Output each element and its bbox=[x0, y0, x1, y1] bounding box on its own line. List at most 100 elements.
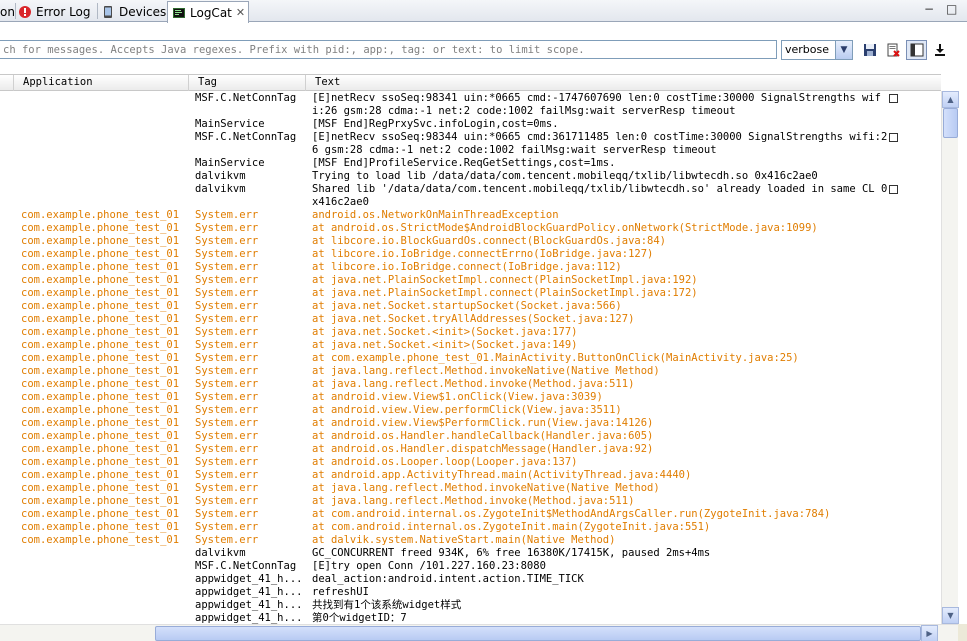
table-row[interactable]: com.example.phone_test_01 System.err at co… bbox=[0, 508, 941, 521]
table-row[interactable]: com.example.phone_test_01 System.err at an… bbox=[0, 222, 941, 235]
table-row[interactable]: MSF.C.NetConnTag [E]try open Conn /101.22… bbox=[0, 560, 941, 573]
tab-console[interactable]: on bbox=[0, 1, 15, 22]
maximize-icon[interactable]: □ bbox=[946, 2, 957, 16]
table-row[interactable]: dalvikvm GC_CONCURRENT freed 934K, 6% fre… bbox=[0, 547, 941, 560]
table-row[interactable]: com.example.phone_test_01 System.err at an… bbox=[0, 391, 941, 404]
vertical-scrollbar[interactable]: ▲ ▼ bbox=[941, 91, 959, 624]
scrollbar-thumb[interactable] bbox=[155, 626, 921, 641]
tab-logcat[interactable]: LogCat ✕ bbox=[167, 1, 249, 23]
column-header-text[interactable]: Text bbox=[305, 75, 941, 91]
table-row[interactable]: MainService [MSF End]RegPrxySvc.infoLogin… bbox=[0, 118, 941, 131]
cell-application: com.example.phone_test_01 bbox=[21, 391, 180, 403]
cell-tag: System.err bbox=[195, 456, 259, 468]
cell-application: com.example.phone_test_01 bbox=[21, 417, 180, 429]
table-row[interactable]: com.example.phone_test_01 System.err at an… bbox=[0, 417, 941, 430]
table-row[interactable]: com.example.phone_test_01 System.err at da… bbox=[0, 534, 941, 547]
save-log-button[interactable] bbox=[861, 41, 879, 59]
cell-text: Trying to load lib /data/data/com.tencen… bbox=[312, 170, 818, 182]
log-level-select[interactable]: verbose ▼ bbox=[781, 40, 853, 60]
table-row[interactable]: com.example.phone_test_01 System.err at li… bbox=[0, 235, 941, 248]
cell-text: deal_action:android.intent.action.TIME_T… bbox=[312, 573, 584, 585]
cell-text: at android.os.Handler.dispatchMessage(Ha… bbox=[312, 443, 654, 455]
cell-tag: System.err bbox=[195, 300, 259, 312]
cell-application: com.example.phone_test_01 bbox=[21, 313, 180, 325]
filter-toolbar: verbose ▼ bbox=[0, 23, 967, 70]
table-row[interactable]: dalvikvm Trying to load lib /data/data/co… bbox=[0, 170, 941, 183]
tab-label: LogCat bbox=[190, 5, 232, 20]
table-row[interactable]: appwidget_41_h... 共找到有1个该系统widget样式 bbox=[0, 599, 941, 612]
log-table[interactable]: MSF.C.NetConnTag [E]netRecv ssoSeq:98341 … bbox=[0, 91, 941, 624]
cell-tag: MSF.C.NetConnTag bbox=[195, 560, 297, 572]
horizontal-scrollbar[interactable]: ▶ bbox=[0, 624, 958, 641]
cell-application: com.example.phone_test_01 bbox=[21, 326, 180, 338]
scroll-down-icon[interactable]: ▼ bbox=[942, 607, 959, 624]
cell-text: at libcore.io.IoBridge.connect(IoBridge.… bbox=[312, 261, 622, 273]
scrollbar-thumb[interactable] bbox=[943, 108, 958, 138]
cell-tag: System.err bbox=[195, 508, 259, 520]
table-row[interactable]: com.example.phone_test_01 System.err at an… bbox=[0, 443, 941, 456]
cell-application: com.example.phone_test_01 bbox=[21, 339, 180, 351]
table-row[interactable]: com.example.phone_test_01 System.err at an… bbox=[0, 456, 941, 469]
cell-text: android.os.NetworkOnMainThreadException bbox=[312, 209, 559, 221]
table-row[interactable]: MainService [MSF End]ProfileService.ReqGe… bbox=[0, 157, 941, 170]
chevron-down-icon[interactable]: ▼ bbox=[835, 41, 852, 59]
table-row[interactable]: com.example.phone_test_01 System.err at ja… bbox=[0, 287, 941, 300]
table-row[interactable]: com.example.phone_test_01 System.err andro… bbox=[0, 209, 941, 222]
table-row[interactable]: com.example.phone_test_01 System.err at li… bbox=[0, 248, 941, 261]
scroll-up-icon[interactable]: ▲ bbox=[942, 91, 959, 108]
table-row[interactable]: com.example.phone_test_01 System.err at ja… bbox=[0, 365, 941, 378]
cell-tag: System.err bbox=[195, 248, 259, 260]
cell-text: at dalvik.system.NativeStart.main(Native… bbox=[312, 534, 616, 546]
table-row[interactable]: com.example.phone_test_01 System.err at an… bbox=[0, 430, 941, 443]
table-row[interactable]: com.example.phone_test_01 System.err at ja… bbox=[0, 495, 941, 508]
minimize-icon[interactable]: − bbox=[924, 2, 934, 16]
cell-application: com.example.phone_test_01 bbox=[21, 248, 180, 260]
scroll-right-icon[interactable]: ▶ bbox=[921, 625, 938, 641]
table-row[interactable]: com.example.phone_test_01 System.err at an… bbox=[0, 469, 941, 482]
toggle-filters-button[interactable] bbox=[906, 40, 927, 60]
cell-text: at java.net.Socket.<init>(Socket.java:17… bbox=[312, 326, 578, 338]
close-icon[interactable]: ✕ bbox=[236, 6, 245, 19]
clear-log-button[interactable] bbox=[884, 41, 902, 59]
table-row[interactable]: com.example.phone_test_01 System.err at ja… bbox=[0, 313, 941, 326]
cell-text: at android.view.View$PerformClick.run(Vi… bbox=[312, 417, 654, 429]
table-row[interactable]: com.example.phone_test_01 System.err at li… bbox=[0, 261, 941, 274]
cell-tag: System.err bbox=[195, 274, 259, 286]
table-row[interactable]: com.example.phone_test_01 System.err at ja… bbox=[0, 274, 941, 287]
cell-text: at com.android.internal.os.ZygoteInit.ma… bbox=[312, 521, 711, 533]
table-row[interactable]: com.example.phone_test_01 System.err at an… bbox=[0, 404, 941, 417]
table-row[interactable]: com.example.phone_test_01 System.err at ja… bbox=[0, 482, 941, 495]
log-table-header: Application Tag Text bbox=[0, 74, 941, 91]
table-row[interactable]: com.example.phone_test_01 System.err at co… bbox=[0, 521, 941, 534]
table-row[interactable]: appwidget_41_h... deal_action:android.int… bbox=[0, 573, 941, 586]
table-row[interactable]: com.example.phone_test_01 System.err at ja… bbox=[0, 326, 941, 339]
cell-tag: System.err bbox=[195, 209, 259, 221]
tab-error-log[interactable]: Error Log bbox=[18, 1, 91, 22]
table-row[interactable]: MSF.C.NetConnTag [E]netRecv ssoSeq:98341 … bbox=[0, 92, 941, 118]
cell-tag: System.err bbox=[195, 365, 259, 377]
table-row[interactable]: MSF.C.NetConnTag [E]netRecv ssoSeq:98344 … bbox=[0, 131, 941, 157]
cell-application: com.example.phone_test_01 bbox=[21, 508, 180, 520]
cell-tag: appwidget_41_h... bbox=[195, 573, 303, 585]
cell-text: at android.os.Handler.handleCallback(Han… bbox=[312, 430, 654, 442]
cell-text: at android.view.View.performClick(View.j… bbox=[312, 404, 622, 416]
cell-text: [MSF End]ProfileService.ReqGetSettings,c… bbox=[312, 157, 616, 169]
table-row[interactable]: com.example.phone_test_01 System.err at ja… bbox=[0, 378, 941, 391]
cell-text: at java.net.Socket.tryAllAddresses(Socke… bbox=[312, 313, 635, 325]
search-input[interactable] bbox=[0, 40, 777, 59]
table-row[interactable]: dalvikvm Shared lib '/data/data/com.tence… bbox=[0, 183, 941, 209]
scroll-lock-button[interactable] bbox=[931, 41, 949, 59]
column-header-application[interactable]: Application bbox=[13, 75, 192, 91]
table-row[interactable]: appwidget_41_h... 第0个widgetID：7 bbox=[0, 612, 941, 624]
tab-devices[interactable]: Devices bbox=[101, 1, 166, 22]
cell-text: at java.net.PlainSocketImpl.connect(Plai… bbox=[312, 287, 698, 299]
table-row[interactable]: com.example.phone_test_01 System.err at ja… bbox=[0, 339, 941, 352]
table-row[interactable]: appwidget_41_h... refreshUI bbox=[0, 586, 941, 599]
column-header-tag[interactable]: Tag bbox=[188, 75, 305, 91]
cell-text: at java.net.PlainSocketImpl.connect(Plai… bbox=[312, 274, 698, 286]
cell-text: [E]netRecv ssoSeq:98341 uin:*0665 cmd:-1… bbox=[312, 92, 881, 117]
table-row[interactable]: com.example.phone_test_01 System.err at ja… bbox=[0, 300, 941, 313]
cell-text: at java.lang.reflect.Method.invokeNative… bbox=[312, 482, 660, 494]
table-row[interactable]: com.example.phone_test_01 System.err at co… bbox=[0, 352, 941, 365]
cell-text: 共找到有1个该系统widget样式 bbox=[312, 599, 462, 611]
